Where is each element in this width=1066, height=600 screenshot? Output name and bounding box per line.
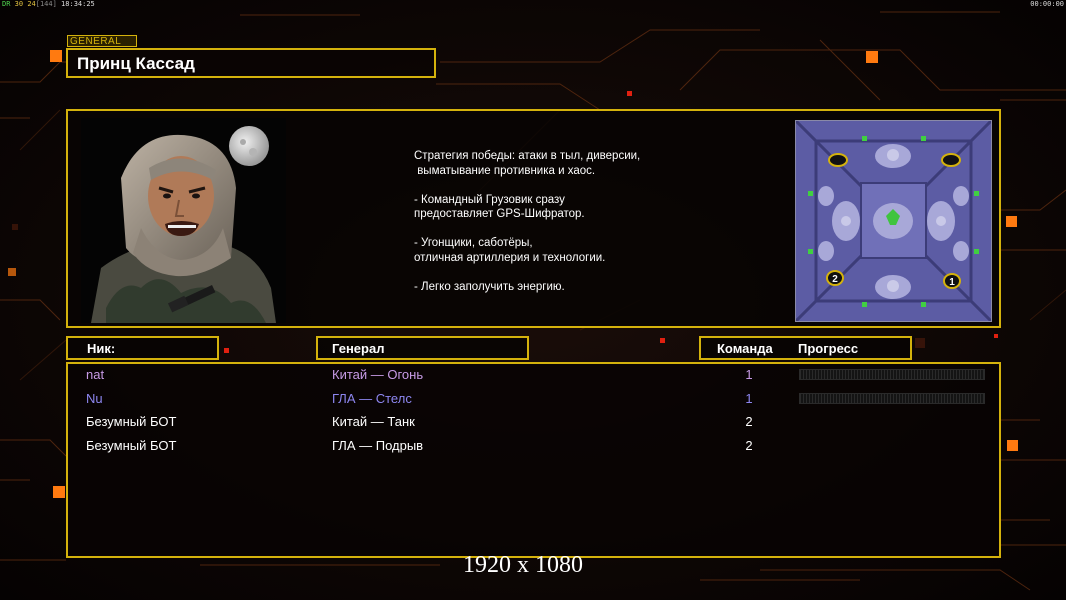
start-position-1: 1 (949, 277, 955, 288)
start-position-2: 2 (832, 274, 838, 285)
description-line: - Угонщики, саботёры, (414, 237, 533, 249)
hud-fps: 30 (14, 0, 24, 8)
hud-speed-bracket: [144] (35, 0, 57, 8)
player-general: ГЛА — Подрыв (332, 438, 424, 453)
description-line: предоставляет GPS-Шифратор. (414, 208, 585, 220)
player-general: Китай — Огонь (332, 367, 424, 382)
description-line: выматывание противника и хаос. (414, 164, 596, 177)
player-nick: Безумный БОТ (86, 414, 177, 429)
player-general: ГЛА — Стелс (332, 391, 412, 406)
description-line: - Легко заполучить энергию. (414, 280, 565, 293)
description-line (414, 178, 640, 193)
player-row: Безумный БОТ ГЛА — Подрыв 2 (68, 436, 999, 456)
general-tag: GENERAL (67, 35, 137, 47)
general-info-panel: Стратегия победы: атаки в тыл, диверсии,… (66, 109, 1001, 328)
resolution-label: 1920 x 1080 (463, 552, 583, 578)
header-nick: Ник: (66, 336, 219, 360)
header-team-label: Команда (717, 341, 773, 356)
header-general: Генерал (316, 336, 529, 360)
description-line (414, 222, 640, 237)
hud-fps-readout: DR 30 24[144] 18:34:25 (2, 0, 95, 8)
player-team: 2 (745, 414, 753, 429)
player-team: 1 (745, 367, 753, 382)
player-progress-bar (799, 369, 985, 380)
minimap-image: 2 1 (796, 121, 991, 321)
hud-prefix: DR (2, 0, 11, 8)
header-team-progress: Команда Прогресс (699, 336, 912, 360)
header-general-label: Генерал (332, 341, 385, 356)
description-line: Стратегия победы: атаки в тыл, диверсии, (414, 150, 641, 162)
general-name: Принц Кассад (77, 54, 195, 73)
hud-clock: 18:34:25 (61, 0, 95, 8)
player-team: 1 (745, 391, 753, 406)
player-row: Безумный БОТ Китай — Танк 2 (68, 412, 999, 432)
player-team: 2 (745, 438, 753, 453)
players-list: nat Китай — Огонь 1 Nu ГЛА — Стелс 1 Безумный … (66, 362, 1001, 558)
player-general: Китай — Танк (332, 414, 415, 429)
general-description: Стратегия победы: атаки в тыл, диверсии,… (414, 149, 640, 294)
player-nick: Безумный БОТ (86, 438, 177, 453)
header-progress-label: Прогресс (798, 341, 859, 356)
player-nick: Nu (86, 391, 103, 406)
description-line (414, 265, 640, 280)
hud-timer: 00:00:00 (1030, 0, 1064, 8)
description-line: - Командный Грузовик сразу (414, 193, 565, 206)
header-nick-label: Ник: (87, 341, 116, 356)
description-line: отличная артиллерия и технологии. (414, 251, 606, 264)
general-portrait (81, 118, 286, 323)
hud-speed: 24 (27, 0, 36, 8)
player-progress-bar (799, 393, 985, 404)
player-nick: nat (86, 367, 105, 382)
map-preview: 2 1 (795, 120, 992, 322)
portrait-image (81, 118, 286, 323)
player-row: Nu ГЛА — Стелс 1 (68, 389, 999, 409)
player-row: nat Китай — Огонь 1 (68, 365, 999, 385)
general-title-box: Принц Кассад (66, 48, 436, 78)
